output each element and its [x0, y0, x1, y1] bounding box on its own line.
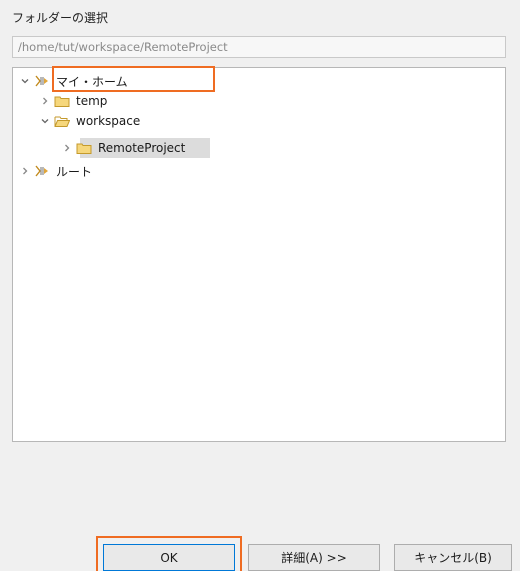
folder-open-icon: [54, 114, 70, 128]
home-link-icon: [34, 74, 50, 88]
chevron-right-icon[interactable]: [19, 164, 31, 178]
tree-item-label: ルート: [56, 164, 93, 179]
tree-item-label: workspace: [76, 114, 141, 128]
home-link-icon: [34, 164, 50, 178]
tree-item-workspace[interactable]: workspace: [39, 112, 140, 130]
annotation-highlight-box: [52, 66, 215, 92]
tree-item-label: temp: [76, 94, 108, 108]
folder-icon: [76, 141, 92, 155]
folder-tree[interactable]: マイ・ホーム temp workspace RemoteProject ルート: [12, 67, 506, 442]
details-button[interactable]: 詳細(A) >>: [248, 544, 380, 571]
folder-icon: [54, 94, 70, 108]
folder-path-field[interactable]: /home/tut/workspace/RemoteProject: [12, 36, 506, 58]
tree-item-temp[interactable]: temp: [39, 92, 107, 110]
ok-button[interactable]: OK: [103, 544, 235, 571]
chevron-right-icon[interactable]: [39, 94, 51, 108]
tree-item-root[interactable]: ルート: [19, 162, 92, 180]
cancel-button[interactable]: キャンセル(B): [394, 544, 512, 571]
chevron-right-icon[interactable]: [61, 141, 73, 155]
chevron-down-icon[interactable]: [39, 114, 51, 128]
tree-item-remoteproject[interactable]: RemoteProject: [61, 139, 185, 157]
chevron-down-icon[interactable]: [19, 74, 31, 88]
dialog-title: フォルダーの選択: [12, 11, 109, 25]
tree-item-label: RemoteProject: [98, 141, 186, 155]
